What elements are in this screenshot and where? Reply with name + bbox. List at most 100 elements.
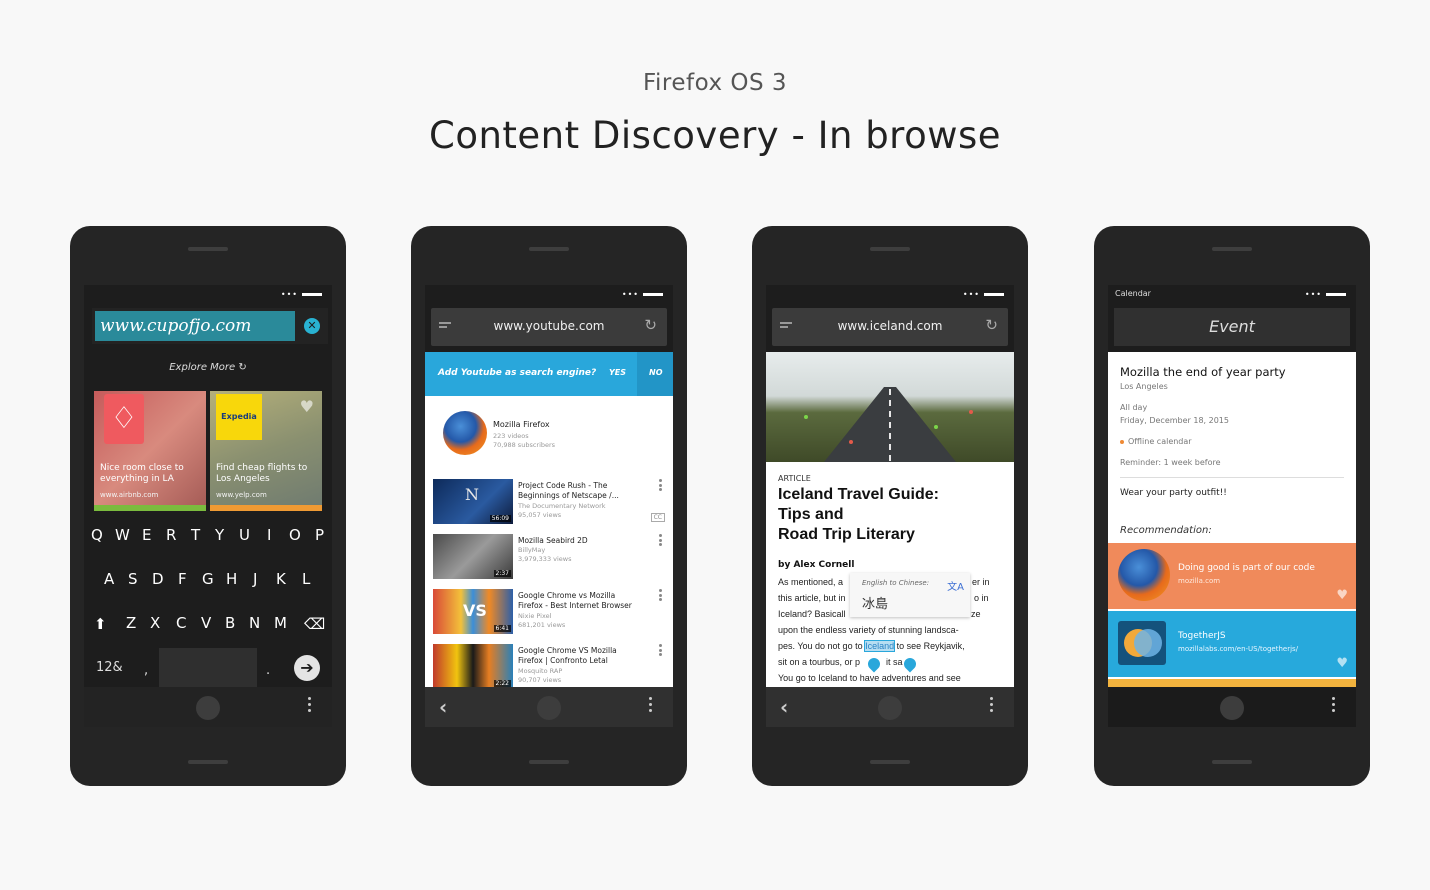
translate-icon[interactable]: 文A xyxy=(947,578,964,593)
video-views: 95,057 views xyxy=(518,511,562,519)
deck-title: Content Discovery - In browse xyxy=(428,114,1002,157)
url-text: www.iceland.com xyxy=(837,319,943,333)
card-title: Find cheap flights to Los Angeles xyxy=(216,463,308,484)
suggestion-card-airbnb[interactable]: ♢ Nice room close to everything in LA ww… xyxy=(94,391,206,511)
backspace-icon[interactable]: ⌫ xyxy=(304,615,325,633)
comma-key[interactable]: , xyxy=(144,663,148,678)
recommendation-url: mozillalabs.com/en-US/togetherjs/ xyxy=(1178,645,1299,653)
video-item[interactable]: VS 6:41 Google Chrome vs Mozilla Firefox… xyxy=(433,589,669,635)
yes-button[interactable]: YES xyxy=(609,368,626,377)
key-e[interactable]: E xyxy=(142,526,151,544)
home-button[interactable] xyxy=(1220,696,1244,720)
video-item[interactable]: N 56:09 Project Code Rush - The Beginnin… xyxy=(433,479,669,525)
video-author: Mosquito RAP xyxy=(518,667,563,675)
url-text: www.cupofjo.com xyxy=(100,316,252,336)
shift-icon[interactable]: ⬆ xyxy=(94,615,107,633)
key-h[interactable]: H xyxy=(226,570,237,588)
key-f[interactable]: F xyxy=(178,570,187,588)
address-bar[interactable]: www.iceland.com ↻ xyxy=(772,308,1008,346)
heart-icon[interactable]: ♥ xyxy=(300,397,314,416)
speaker-grille xyxy=(188,760,228,764)
home-button[interactable] xyxy=(537,696,561,720)
key-t[interactable]: T xyxy=(191,526,200,544)
status-indicators: ••• xyxy=(622,290,663,299)
video-author: Nixie Pixel xyxy=(518,612,552,620)
card-url: www.yelp.com xyxy=(216,491,267,499)
key-i[interactable]: I xyxy=(267,526,271,544)
reload-icon[interactable]: ↻ xyxy=(985,316,998,334)
home-button[interactable] xyxy=(878,696,902,720)
back-arrow-icon[interactable]: ‹ xyxy=(439,695,447,719)
key-c[interactable]: C xyxy=(176,614,186,632)
more-options-icon[interactable] xyxy=(659,589,662,603)
key-x[interactable]: X xyxy=(150,614,160,632)
key-b[interactable]: B xyxy=(225,614,235,632)
heart-icon[interactable]: ♥ xyxy=(1336,588,1348,603)
calendar-color-dot xyxy=(1120,439,1124,444)
period-key[interactable]: . xyxy=(266,663,270,678)
key-z[interactable]: Z xyxy=(126,614,136,632)
menu-icon[interactable] xyxy=(649,697,653,715)
key-v[interactable]: V xyxy=(201,614,211,632)
home-button[interactable] xyxy=(196,696,220,720)
key-w[interactable]: W xyxy=(115,526,130,544)
reload-icon: ↻ xyxy=(238,362,247,373)
channel-name[interactable]: Mozilla Firefox xyxy=(493,420,550,429)
search-engine-banner: Add Youtube as search engine? YES NO xyxy=(425,352,673,396)
space-key[interactable] xyxy=(159,648,257,688)
firefox-logo-icon[interactable] xyxy=(443,411,487,455)
enter-arrow-icon[interactable]: ➔ xyxy=(294,655,320,681)
more-options-icon[interactable] xyxy=(659,479,662,493)
key-m[interactable]: M xyxy=(274,614,287,632)
recommendation-card[interactable]: TogetherJS mozillalabs.com/en-US/togethe… xyxy=(1108,611,1356,677)
menu-icon[interactable] xyxy=(990,697,994,715)
header-title: Event xyxy=(1209,317,1255,336)
more-options-icon[interactable] xyxy=(659,534,662,548)
explore-more-button[interactable]: Explore More ↻ xyxy=(84,362,332,373)
key-j[interactable]: J xyxy=(253,570,257,588)
no-button[interactable]: NO xyxy=(637,352,673,396)
url-input[interactable]: www.cupofjo.com xyxy=(95,311,295,341)
key-r[interactable]: R xyxy=(166,526,176,544)
key-l[interactable]: L xyxy=(302,570,310,588)
suggestion-card-expedia[interactable]: Expedia ♥ Find cheap flights to Los Ange… xyxy=(210,391,322,511)
recommendation-card[interactable]: Doing good is part of our code mozilla.c… xyxy=(1108,543,1356,609)
selected-word[interactable]: Iceland xyxy=(864,640,896,652)
article-line: You go to Iceland to have adventures and… xyxy=(778,673,961,683)
key-g[interactable]: G xyxy=(202,570,214,588)
menu-icon[interactable] xyxy=(308,697,312,715)
reload-icon[interactable]: ↻ xyxy=(644,316,657,334)
video-title: Google Chrome vs Mozilla Firefox - Best … xyxy=(518,591,632,610)
address-bar[interactable]: www.youtube.com ↻ xyxy=(431,308,667,346)
key-q[interactable]: Q xyxy=(91,526,103,544)
cc-badge: CC xyxy=(650,513,665,522)
card-stripe xyxy=(94,505,206,511)
key-p[interactable]: P xyxy=(315,526,324,544)
clear-icon[interactable]: ✕ xyxy=(304,318,320,334)
menu-icon[interactable] xyxy=(1332,697,1336,715)
heart-icon[interactable]: ♥ xyxy=(1336,656,1348,671)
speaker-grille xyxy=(188,247,228,251)
numbers-key[interactable]: 12& xyxy=(96,660,123,675)
event-header: Event xyxy=(1114,308,1350,346)
key-u[interactable]: U xyxy=(239,526,250,544)
translation-popup[interactable]: English to Chinese: 冰島 文A xyxy=(850,573,970,617)
article-line: sit on a tourbus, or p it sa xyxy=(778,657,903,667)
back-arrow-icon[interactable]: ‹ xyxy=(780,695,788,719)
video-item[interactable]: 2:22 Google Chrome VS Mozilla Firefox | … xyxy=(433,644,669,690)
key-o[interactable]: O xyxy=(289,526,301,544)
key-k[interactable]: K xyxy=(276,570,286,588)
key-y[interactable]: Y xyxy=(215,526,224,544)
more-options-icon[interactable] xyxy=(659,644,662,658)
banner-text: Add Youtube as search engine? xyxy=(438,368,597,378)
speaker-grille xyxy=(529,760,569,764)
key-n[interactable]: N xyxy=(249,614,260,632)
key-s[interactable]: S xyxy=(128,570,138,588)
nav-bar: ‹ xyxy=(425,687,673,727)
key-a[interactable]: A xyxy=(104,570,114,588)
key-d[interactable]: D xyxy=(152,570,164,588)
speaker-grille xyxy=(870,247,910,251)
video-item[interactable]: 2:37 Mozilla Seabird 2D BillyMay 3,979,3… xyxy=(433,534,669,580)
address-bar: www.cupofjo.com ✕ xyxy=(92,308,328,344)
card-stripe xyxy=(210,505,322,511)
